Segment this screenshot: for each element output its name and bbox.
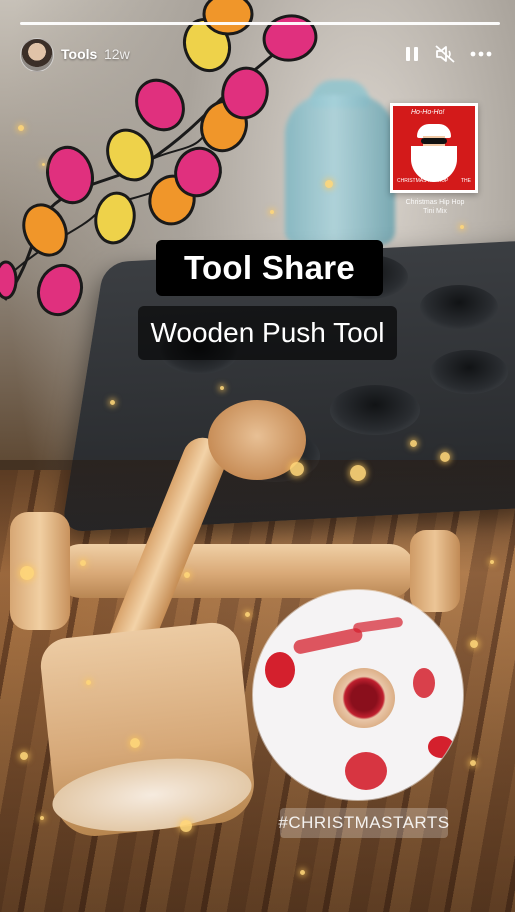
mute-button[interactable]	[433, 42, 457, 66]
tin-cup	[420, 285, 498, 329]
avatar[interactable]	[20, 38, 54, 72]
jam-splash	[428, 736, 454, 758]
tin-cup	[330, 385, 420, 435]
jam-smear	[352, 616, 404, 634]
pause-button[interactable]	[400, 42, 424, 66]
album-art: Ho-Ho-Ho! CHRISTMAS HIP HOP THE	[393, 106, 475, 190]
tin-cup	[430, 350, 508, 394]
speaker-muted-icon	[435, 45, 455, 63]
light-bulb	[202, 0, 254, 36]
tart-photo-sticker[interactable]	[253, 590, 463, 800]
title-sticker[interactable]: Tool Share	[156, 240, 383, 296]
time-ago: 12w	[104, 46, 130, 62]
subtitle-sticker[interactable]: Wooden Push Tool	[138, 306, 397, 360]
jam-splash	[345, 752, 387, 790]
jam-smear	[292, 626, 364, 656]
jam-splash	[265, 652, 295, 688]
light-bulb	[46, 145, 94, 205]
album-art-text: Ho-Ho-Ho!	[411, 109, 445, 116]
music-sticker[interactable]: Ho-Ho-Ho! CHRISTMAS HIP HOP THE	[390, 103, 478, 193]
album-art-brand-left: CHRISTMAS HIP HOP	[397, 178, 449, 184]
album-art-brand-right: THE	[461, 178, 471, 184]
music-caption-line1: Christmas Hip Hop	[405, 199, 465, 206]
light-bulb	[22, 203, 68, 257]
hashtag-sticker[interactable]: #CHRISTMASTARTS	[278, 808, 449, 838]
pause-icon	[406, 47, 418, 61]
jam-splash	[413, 668, 435, 698]
more-horizontal-icon	[470, 51, 492, 57]
light-bulb	[0, 260, 18, 300]
santa-beard-icon	[411, 146, 457, 182]
story-viewer[interactable]: Tool Share Wooden Push Tool #CHRISTMASTA…	[0, 0, 515, 912]
music-caption-line2: Tini Mix	[423, 208, 447, 215]
more-options-button[interactable]	[469, 42, 493, 66]
light-bulb	[135, 78, 185, 132]
music-caption: Christmas Hip Hop Tini Mix	[392, 198, 478, 216]
jam-tart-cookie	[333, 668, 395, 728]
story-progress-bar	[20, 22, 500, 25]
username[interactable]: Tools	[61, 46, 97, 62]
light-bulb	[36, 263, 84, 317]
